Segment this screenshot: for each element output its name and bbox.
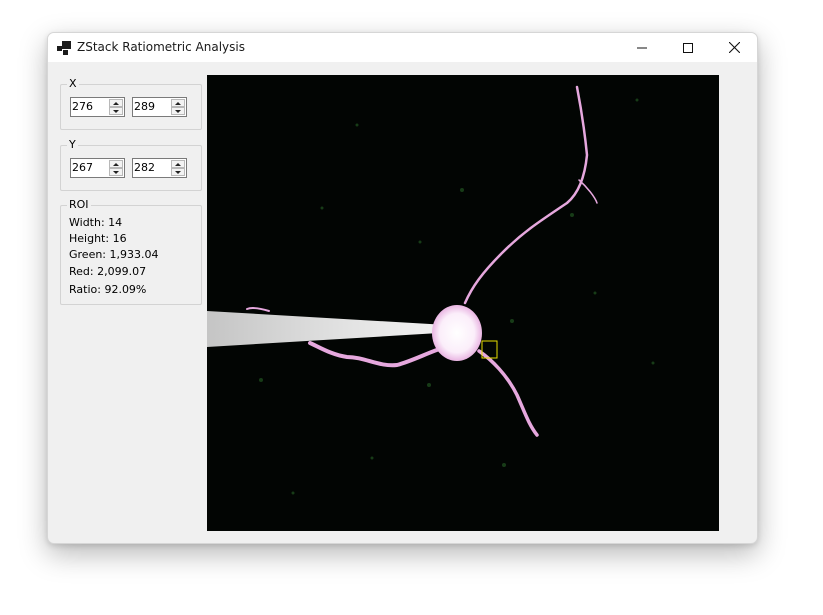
- x-max-up-button[interactable]: [171, 99, 185, 107]
- x-min-down-button[interactable]: [109, 107, 123, 115]
- x-max-down-button[interactable]: [171, 107, 185, 115]
- app-window: ZStack Ratiometric Analysis X 276 289 Y …: [47, 32, 758, 544]
- caret-up-icon: [113, 162, 119, 166]
- y-max-up-button[interactable]: [171, 160, 185, 168]
- maximize-button[interactable]: [665, 33, 711, 62]
- y-min-up-button[interactable]: [109, 160, 123, 168]
- roi-ratio: Ratio: 92.09%: [69, 283, 147, 296]
- roi-width: Width: 14: [69, 216, 123, 229]
- roi-group-label: ROI: [67, 198, 91, 212]
- caret-up-icon: [175, 162, 181, 166]
- x-min-value[interactable]: 276: [72, 100, 93, 114]
- y-group-label: Y: [67, 138, 78, 152]
- y-min-spinner[interactable]: 267: [70, 158, 125, 178]
- y-max-value[interactable]: 282: [134, 161, 155, 175]
- roi-height: Height: 16: [69, 232, 127, 245]
- y-max-down-button[interactable]: [171, 168, 185, 176]
- app-window-icon: [57, 41, 71, 55]
- maximize-icon: [683, 42, 693, 53]
- cell-soma: [432, 305, 482, 361]
- x-group-label: X: [67, 77, 79, 91]
- close-button[interactable]: [711, 33, 757, 62]
- y-min-down-button[interactable]: [109, 168, 123, 176]
- x-max-value[interactable]: 289: [134, 100, 155, 114]
- window-title: ZStack Ratiometric Analysis: [77, 40, 245, 54]
- microscopy-image-panel[interactable]: [207, 75, 719, 531]
- close-icon: [728, 42, 740, 53]
- x-min-spinner[interactable]: 276: [70, 97, 125, 117]
- roi-group: ROI Width: 14 Height: 16 Green: 1,933.04…: [60, 198, 202, 305]
- roi-green: Green: 1,933.04: [69, 248, 159, 261]
- caret-up-icon: [175, 101, 181, 105]
- caret-down-icon: [113, 170, 119, 174]
- minimize-button[interactable]: [619, 33, 665, 62]
- minimize-icon: [637, 47, 647, 48]
- roi-red: Red: 2,099.07: [69, 265, 147, 278]
- y-min-value[interactable]: 267: [72, 161, 93, 175]
- caret-down-icon: [113, 109, 119, 113]
- x-min-up-button[interactable]: [109, 99, 123, 107]
- caret-down-icon: [175, 170, 181, 174]
- x-range-group: X 276 289: [60, 77, 202, 130]
- caret-up-icon: [113, 101, 119, 105]
- caret-down-icon: [175, 109, 181, 113]
- title-bar[interactable]: ZStack Ratiometric Analysis: [48, 33, 757, 62]
- y-range-group: Y 267 282: [60, 138, 202, 191]
- y-max-spinner[interactable]: 282: [132, 158, 187, 178]
- x-max-spinner[interactable]: 289: [132, 97, 187, 117]
- neuron-image: [207, 75, 719, 531]
